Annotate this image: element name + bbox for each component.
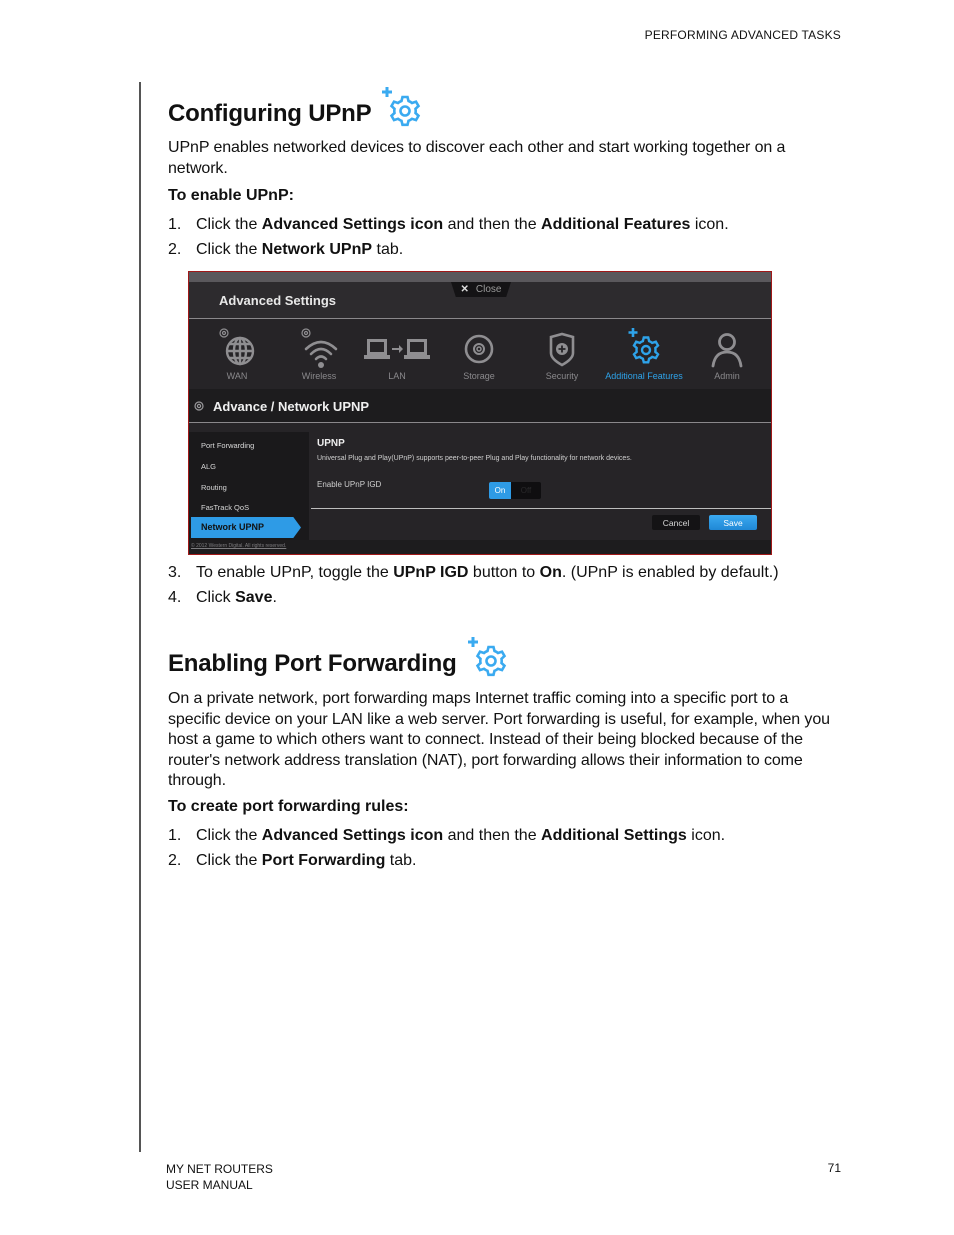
steps-list-continued: 3. To enable UPnP, toggle the UPnP IGD b… <box>168 563 848 608</box>
section-intro: UPnP enables networked devices to discov… <box>168 139 786 177</box>
nav-label: Wireless <box>301 371 337 381</box>
panel-title: UPNP <box>317 438 345 449</box>
lan-icon <box>364 339 430 359</box>
step-item: 1. Click the Advanced Settings icon and … <box>168 216 729 233</box>
router-ui-screenshot: Advanced Settings ✕ Close WAN Wireless L… <box>188 271 772 555</box>
close-icon: ✕ <box>460 284 469 295</box>
side-menu-item-routing[interactable]: Routing <box>201 483 227 492</box>
wifi-icon <box>301 328 338 368</box>
section-title: Configuring UPnP <box>168 100 372 127</box>
section-intro: On a private network, port forwarding ma… <box>168 690 830 789</box>
panel-description: Universal Plug and Play(UPnP) supports p… <box>317 455 632 462</box>
section-title: Enabling Port Forwarding <box>168 650 457 677</box>
user-icon <box>711 333 743 368</box>
breadcrumb-bar: Advance / Network UPNP <box>189 389 771 423</box>
nav-item-lan[interactable]: LAN <box>357 319 437 389</box>
side-menu-item-network-upnp[interactable]: Network UPNP <box>191 517 301 538</box>
nav-label: LAN <box>388 371 406 381</box>
step-item: 3. To enable UPnP, toggle the UPnP IGD b… <box>168 564 779 581</box>
nav-item-additional-features[interactable]: Additional Features <box>604 319 684 389</box>
breadcrumb: Advance / Network UPNP <box>213 399 370 414</box>
window-top-bar <box>189 272 771 282</box>
nav-label: Additional Features <box>605 371 683 381</box>
document-name: USER MANUAL <box>166 1178 253 1192</box>
gear-icon <box>194 401 204 411</box>
running-head: PERFORMING ADVANCED TASKS <box>644 28 841 42</box>
toggle-on: On <box>489 482 511 499</box>
nav-item-wan[interactable]: WAN <box>197 319 277 389</box>
section-heading-upnp: Configuring UPnP <box>168 87 423 136</box>
settings-nav: WAN Wireless LAN Storage Security Additi… <box>189 319 771 389</box>
gear-plus-icon <box>628 328 660 364</box>
page-number: 71 <box>827 1161 841 1175</box>
toggle-off: Off <box>520 486 532 495</box>
nav-item-storage[interactable]: Storage <box>439 319 519 389</box>
step-item: 2. Click the Network UPnP tab. <box>168 241 404 258</box>
procedure-title: To create port forwarding rules: <box>168 798 409 815</box>
window-title: Advanced Settings <box>219 293 337 308</box>
nav-label: Admin <box>714 371 740 381</box>
storage-disc-icon <box>464 334 494 364</box>
side-menu-item-port-forwarding[interactable]: Port Forwarding <box>201 441 254 450</box>
screenshot-footer: © 2012 Western Digital. All rights reser… <box>189 540 771 554</box>
setting-label: Enable UPnP IGD <box>317 480 382 489</box>
divider <box>311 508 771 509</box>
margin-rule <box>139 82 141 1152</box>
gear-plus-icon <box>379 84 423 128</box>
section-heading-port-forwarding: Enabling Port Forwarding <box>168 637 509 686</box>
nav-label: Storage <box>463 371 495 381</box>
nav-item-security[interactable]: Security <box>522 319 602 389</box>
nav-label: Security <box>545 371 579 381</box>
copyright-link[interactable]: © 2012 Western Digital. All rights reser… <box>191 543 286 549</box>
save-button[interactable]: Save <box>709 515 757 530</box>
steps-list: 1. Click the Advanced Settings icon and … <box>168 826 848 871</box>
nav-item-wireless[interactable]: Wireless <box>279 319 359 389</box>
step-item: 4. Click Save. <box>168 589 277 606</box>
procedure-title: To enable UPnP: <box>168 187 294 204</box>
upnp-igd-toggle[interactable]: On Off <box>489 482 541 499</box>
steps-list: 1. Click the Advanced Settings icon and … <box>168 215 848 260</box>
nav-item-admin[interactable]: Admin <box>687 319 767 389</box>
globe-icon <box>219 328 255 366</box>
gear-plus-icon <box>465 634 509 678</box>
nav-label: WAN <box>226 371 248 381</box>
step-item: 2. Click the Port Forwarding tab. <box>168 852 417 869</box>
close-button[interactable]: ✕ Close <box>451 282 511 297</box>
side-menu-item-fastrack-qos[interactable]: FasTrack QoS <box>201 503 249 512</box>
side-menu-item-alg[interactable]: ALG <box>201 462 216 471</box>
page-footer: MY NET ROUTERS USER MANUAL <box>166 1161 273 1193</box>
shield-icon <box>549 332 575 367</box>
step-item: 1. Click the Advanced Settings icon and … <box>168 827 726 844</box>
product-name: MY NET ROUTERS <box>166 1162 273 1176</box>
cancel-button[interactable]: Cancel <box>652 515 700 530</box>
